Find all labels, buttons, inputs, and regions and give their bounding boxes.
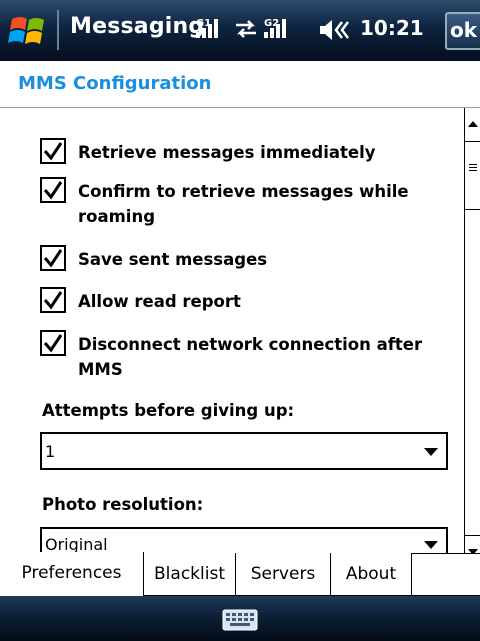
- dropdown-arrow-icon: [424, 541, 438, 549]
- header-divider: [0, 107, 480, 108]
- grip-icon: [469, 164, 477, 165]
- photo-resolution-value: Original: [45, 535, 108, 553]
- checkmark-icon: [43, 181, 63, 200]
- tab-bar: Preferences Blacklist Servers About: [0, 552, 480, 596]
- checkmark-icon: [43, 291, 63, 310]
- title-bar: Messaging G1 G2 10:21 ok: [0, 0, 480, 61]
- clock-time[interactable]: 10:21: [360, 16, 424, 40]
- tab-about[interactable]: About: [330, 553, 412, 596]
- data-transfer-icon[interactable]: [232, 16, 260, 48]
- tab-preferences[interactable]: Preferences: [0, 552, 144, 596]
- keyboard-icon[interactable]: [222, 609, 258, 635]
- checkbox-read-report[interactable]: [40, 287, 66, 313]
- checkbox-retrieve-immediately[interactable]: [40, 138, 66, 164]
- photo-resolution-dropdown[interactable]: Original: [40, 527, 448, 553]
- page-title: MMS Configuration: [18, 73, 212, 94]
- option-label: Allow read report: [78, 292, 241, 311]
- signal-strength-icon[interactable]: G1: [194, 16, 230, 48]
- scroll-thumb[interactable]: [465, 142, 480, 210]
- attempts-value: 1: [45, 442, 56, 461]
- option-label: Retrieve messages immediately: [78, 143, 376, 162]
- tab-blacklist[interactable]: Blacklist: [143, 553, 236, 596]
- checkbox-disconnect[interactable]: [40, 330, 66, 356]
- arrow-up-icon: [468, 121, 478, 127]
- windows-start-icon[interactable]: [8, 13, 48, 51]
- title-separator: [57, 10, 59, 50]
- vertical-scrollbar[interactable]: [464, 108, 480, 569]
- attempts-dropdown[interactable]: 1: [40, 432, 448, 470]
- ok-button[interactable]: ok: [445, 12, 480, 50]
- checkmark-icon: [43, 249, 63, 268]
- checkbox-confirm-roaming[interactable]: [40, 177, 66, 203]
- app-title: Messaging: [70, 14, 205, 39]
- option-label: Disconnect network connection after MMS: [78, 335, 423, 379]
- dropdown-arrow-icon: [424, 448, 438, 456]
- checkmark-icon: [43, 334, 63, 353]
- option-label: Confirm to retrieve messages while roami…: [78, 182, 409, 226]
- checkmark-icon: [43, 142, 63, 161]
- signal-strength-2-icon[interactable]: G2: [262, 16, 298, 48]
- checkbox-save-sent[interactable]: [40, 245, 66, 271]
- scroll-up-button[interactable]: [465, 108, 480, 142]
- attempts-label: Attempts before giving up:: [42, 401, 295, 420]
- photo-resolution-label: Photo resolution:: [42, 495, 204, 514]
- tab-servers[interactable]: Servers: [235, 553, 331, 596]
- volume-icon[interactable]: [318, 16, 352, 48]
- soft-key-bar: [0, 596, 480, 641]
- option-label: Save sent messages: [78, 250, 268, 269]
